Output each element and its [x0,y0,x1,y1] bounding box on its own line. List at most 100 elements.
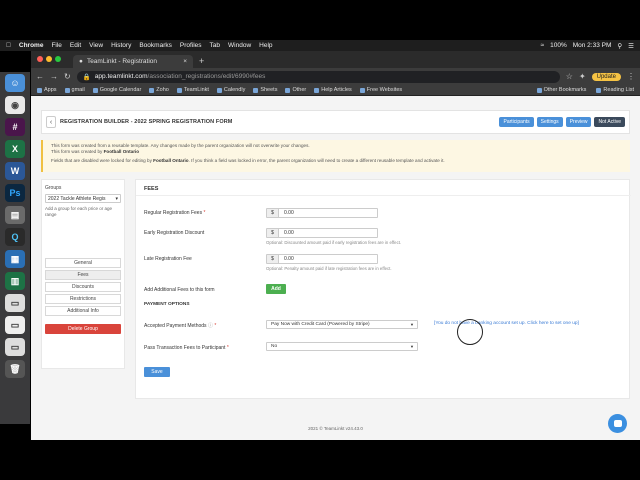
nav-fees[interactable]: Fees [45,270,121,280]
apple-icon[interactable]:  [6,42,11,49]
url-host: app.teamlinkt.com [94,73,148,80]
word-icon[interactable]: W [5,162,25,180]
not-active-button[interactable]: Not Active [594,117,625,127]
document-thumbnail-icon[interactable]: ▭ [5,294,25,312]
chevron-down-icon: ▼ [410,322,414,327]
photoshop-icon[interactable]: Ps [5,184,25,202]
early-discount-value: 0.00 [284,230,294,236]
address-bar[interactable]: 🔒 app.teamlinkt.com/association_registra… [76,70,560,83]
trash-icon[interactable]: 🗑 [5,360,25,378]
menu-edit[interactable]: Edit [70,42,81,49]
mac-menu-bar:  Chrome File Edit View History Bookmark… [0,40,640,51]
menu-bookmarks[interactable]: Bookmarks [139,42,172,49]
document-thumbnail-icon-3[interactable]: ▭ [5,338,25,356]
payment-method-select[interactable]: Pay Now with Credit Card (Powered by Str… [266,320,418,329]
star-icon[interactable]: ☆ [566,72,573,81]
payment-method-value: Pay Now with Credit Card (Powered by Str… [271,322,370,327]
accepted-payment-label: Accepted Payment Methods ⓘ * [144,323,217,329]
extensions-icon[interactable]: ✦ [579,72,586,81]
update-button[interactable]: Update [591,72,621,81]
info-icon: ⓘ [207,323,213,329]
regular-fee-label: Regular Registration Fees * [144,210,206,216]
menu-history[interactable]: History [111,42,131,49]
reload-icon[interactable]: ↻ [64,72,71,81]
spreadsheet-file-icon[interactable]: ▥ [5,272,25,290]
page-content: ‹ REGISTRATION BUILDER - 2022 SPRING REG… [31,96,640,440]
bookmark-zoho[interactable]: Zoho [149,87,169,93]
bookmark-apps[interactable]: Apps [37,87,57,93]
other-bookmarks[interactable]: Other Bookmarks [536,87,586,93]
more-menu-icon[interactable]: ⋮ [627,72,635,81]
group-select-value: 2022 Tackle Athlete Regis [48,196,106,202]
bookmark-sheets[interactable]: Sheets [253,87,277,93]
control-center-icon[interactable]: ☰ [628,42,634,50]
launchpad-icon[interactable]: ▦ [5,250,25,268]
nav-additional-info[interactable]: Additional Info [45,306,121,316]
bookmark-gmail[interactable]: gmail [64,87,85,93]
early-discount-field[interactable]: $ 0.00 [266,228,378,238]
new-tab-icon[interactable]: + [199,55,204,68]
bookmark-help-articles[interactable]: Help Articles [314,87,352,93]
lock-icon: 🔒 [82,73,91,81]
nav-general[interactable]: General [45,258,121,268]
minimize-window-icon[interactable] [46,56,52,62]
banking-account-link[interactable]: [You do not have a banking account set u… [434,321,579,326]
participants-button[interactable]: Participants [499,117,534,127]
group-help-text: Add a group for each price or age range [45,206,113,217]
slack-icon[interactable]: # [5,118,25,136]
add-fee-button[interactable]: Add [266,284,286,294]
menu-window[interactable]: Window [228,42,251,49]
bookmark-teamlinkt[interactable]: TeamLinkt [176,87,209,93]
search-icon[interactable]: ⚲ [617,42,622,50]
menu-file[interactable]: File [51,42,61,49]
back-button[interactable]: ‹ [46,116,56,128]
excel-icon[interactable]: X [5,140,25,158]
nav-restrictions[interactable]: Restrictions [45,294,121,304]
currency-symbol: $ [267,229,279,237]
additional-fees-label: Add Additional Fees to this form [144,287,215,293]
preview-icon[interactable]: ▤ [5,206,25,224]
menu-tab[interactable]: Tab [210,42,220,49]
late-fee-value: 0.00 [284,256,294,262]
delete-group-button[interactable]: Delete Group [45,324,121,334]
save-button[interactable]: Save [144,367,170,377]
regular-fee-field[interactable]: $ 0.00 [266,208,378,218]
settings-button[interactable]: Settings [536,117,563,127]
pass-fees-value: No [271,344,278,349]
chevron-down-icon: ▼ [410,344,414,349]
tab-bar: ● TeamLinkt - Registration × + [31,51,640,68]
nav-discounts[interactable]: Discounts [45,282,121,292]
menu-profiles[interactable]: Profiles [180,42,202,49]
wifi-icon[interactable]: ≈ [541,42,545,49]
menu-help[interactable]: Help [259,42,272,49]
bookmark-free-websites[interactable]: Free Websites [359,87,402,93]
preview-button[interactable]: Preview [565,117,592,127]
bookmark-google-calendar[interactable]: Google Calendar [92,87,141,93]
zoom-window-icon[interactable] [55,56,61,62]
menu-view[interactable]: View [89,42,103,49]
currency-symbol: $ [267,209,279,217]
late-fee-field[interactable]: $ 0.00 [266,254,378,264]
clock[interactable]: Mon 2:33 PM [573,42,612,49]
chrome-icon[interactable]: ◉ [5,96,25,114]
battery-percent[interactable]: 100% [550,42,567,49]
notice-line-3: Fields that are disabled were locked for… [51,158,445,163]
finder-icon[interactable]: ☺ [5,74,25,92]
reading-list[interactable]: Reading List [596,87,634,93]
browser-toolbar: ← → ↻ 🔒 app.teamlinkt.com/association_re… [31,68,640,85]
group-select[interactable]: 2022 Tackle Athlete Regis ▾ [45,194,121,203]
close-window-icon[interactable] [37,56,43,62]
bookmarks-bar: Apps gmail Google Calendar Zoho TeamLink… [31,85,640,96]
forward-arrow-icon[interactable]: → [50,72,58,81]
tab-close-icon[interactable]: × [183,58,187,65]
menu-chrome[interactable]: Chrome [19,42,44,49]
quicktime-icon[interactable]: Q [5,228,25,246]
pass-fees-select[interactable]: No ▼ [266,342,418,351]
bookmark-calendly[interactable]: Calendly [216,87,245,93]
document-thumbnail-icon-2[interactable]: ▭ [5,316,25,334]
browser-tab[interactable]: ● TeamLinkt - Registration × [73,55,193,68]
bookmark-other[interactable]: Other [285,87,306,93]
chat-icon[interactable] [608,414,627,433]
screen:  Chrome File Edit View History Bookmark… [0,0,640,480]
back-arrow-icon[interactable]: ← [36,72,44,81]
